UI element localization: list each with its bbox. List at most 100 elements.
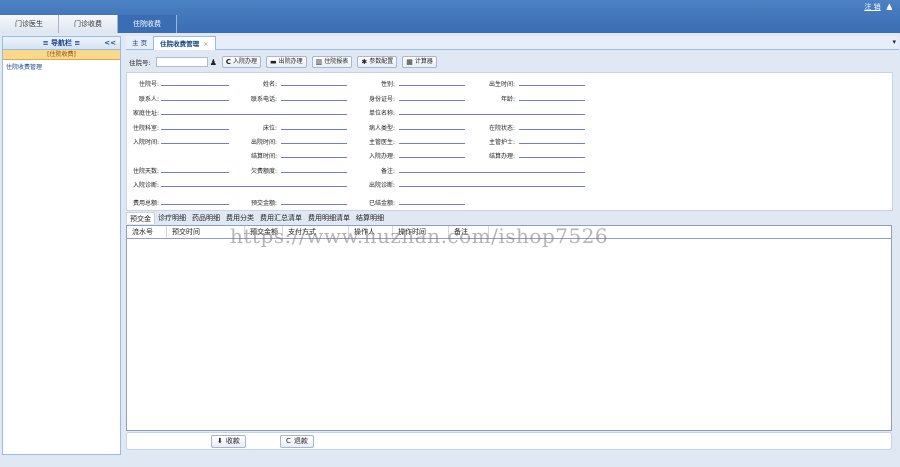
discharge-button[interactable]: ▬ 出院办理	[266, 56, 307, 68]
report-button[interactable]: ▥ 住院报表	[311, 56, 353, 68]
gear-icon: ✱	[361, 58, 368, 66]
admission-operator-field[interactable]	[399, 157, 465, 158]
prepaid-field[interactable]	[281, 204, 347, 205]
field-label: 入院办理:	[368, 153, 395, 160]
field-label: 入院时间:	[132, 139, 159, 146]
deposit-table: 流水号 预交时间 预交金额 支付方式 操作人 操作时间 备注	[126, 225, 892, 431]
phone-field[interactable]	[281, 100, 347, 101]
tab-cost-summary[interactable]: 费用汇总清单	[257, 212, 305, 224]
field-label: 联系人:	[138, 96, 159, 103]
collapse-header-icon[interactable]: ▲	[887, 2, 892, 12]
department-field[interactable]	[161, 129, 229, 130]
button-label: 计算器	[414, 58, 433, 65]
discharge-diagnosis-field[interactable]	[399, 186, 585, 187]
field-label: 住院科室:	[132, 125, 159, 132]
sidebar-group[interactable]: [住院收费]	[3, 50, 120, 60]
field-label: 结算时间:	[250, 153, 277, 160]
page-tabs: 主 页 住院收费管理 × ▾	[126, 36, 899, 50]
field-label: 预交金额:	[250, 200, 277, 207]
field-label: 联系电话:	[250, 96, 277, 103]
remarks-field[interactable]	[399, 172, 585, 173]
tab-menu-icon[interactable]: ▾	[892, 38, 896, 46]
admission-button[interactable]: C 入院办理	[221, 56, 262, 68]
status-field[interactable]	[519, 129, 585, 130]
gender-field[interactable]	[399, 85, 465, 86]
field-label: 姓名:	[262, 81, 277, 88]
id-card-field[interactable]	[399, 100, 465, 101]
field-label: 备注:	[380, 168, 395, 175]
logout-link[interactable]: 注 销	[864, 2, 880, 12]
settled-field[interactable]	[399, 204, 465, 205]
field-label: 出院诊断:	[368, 182, 395, 189]
attending-doctor-field[interactable]	[399, 143, 465, 144]
discharge-time-field[interactable]	[281, 143, 347, 144]
field-label: 主管医生:	[368, 139, 395, 146]
patient-info-form: 住院号: 姓名: 性别: 出生时间: 联系人: 联系电话: 身份证号: 年龄: …	[126, 72, 893, 211]
tab-settlement-detail[interactable]: 结算明细	[353, 212, 387, 224]
sidebar-header: ≡ 导航栏 ≡ <<	[3, 37, 120, 50]
stay-days-field[interactable]	[161, 172, 229, 173]
contact-field[interactable]	[161, 100, 229, 101]
button-label: 退款	[293, 437, 308, 445]
total-cost-field[interactable]	[161, 204, 229, 205]
sidebar-item-inpatient-billing[interactable]: 住院收费管理	[3, 60, 120, 73]
field-label: 在院状态:	[488, 125, 515, 132]
address-field[interactable]	[161, 114, 347, 115]
birth-time-field[interactable]	[519, 85, 585, 86]
tab-treatment-detail[interactable]: 诊疗明细	[155, 212, 189, 224]
button-label: 住院报表	[324, 58, 349, 65]
field-label: 结算办理:	[488, 153, 515, 160]
tab-cost-category[interactable]: 费用分类	[223, 212, 257, 224]
settlement-time-field[interactable]	[281, 157, 347, 158]
tab-outpatient-doctor[interactable]: 门诊医生	[0, 15, 59, 33]
employer-field[interactable]	[399, 114, 585, 115]
bed-icon: ▬	[270, 58, 277, 66]
chart-icon: ▥	[315, 58, 323, 66]
toolbar: 住院号: ♟ C 入院办理 ▬ 出院办理 ▥ 住院报表 ✱ 参数配置 ▦ 计算器	[126, 54, 899, 70]
sidebar: ≡ 导航栏 ≡ << [住院收费] 住院收费管理	[2, 36, 121, 455]
button-label: 参数配置	[369, 58, 394, 65]
field-label: 家庭住址:	[132, 110, 159, 117]
inpatient-no-input[interactable]	[155, 57, 208, 67]
field-label: 住院号:	[138, 81, 159, 88]
admission-time-field[interactable]	[161, 143, 229, 144]
user-icon[interactable]: ♟	[210, 58, 217, 67]
field-label: 病人类型:	[368, 125, 395, 132]
tab-drug-detail[interactable]: 药品明细	[189, 212, 223, 224]
admission-diagnosis-field[interactable]	[161, 186, 347, 187]
collect-button[interactable]: ⬇ 收款	[211, 435, 246, 448]
bed-field[interactable]	[281, 129, 347, 130]
field-label: 主管护士:	[488, 139, 515, 146]
calculator-icon: ▦	[406, 58, 413, 66]
age-field[interactable]	[519, 100, 585, 101]
tab-home[interactable]: 主 页	[126, 36, 153, 50]
action-bar: ⬇ 收款 C 退款	[126, 432, 892, 450]
button-label: 出院办理	[278, 58, 303, 65]
field-label: 出生时间:	[488, 81, 515, 88]
field-label: 床位:	[262, 125, 277, 132]
column-header[interactable]: 流水号	[127, 226, 167, 238]
inpatient-no-field[interactable]	[161, 85, 229, 86]
settlement-operator-field[interactable]	[519, 157, 585, 158]
field-label: 已结金额:	[368, 200, 395, 207]
calculator-button[interactable]: ▦ 计算器	[402, 56, 437, 68]
field-label: 费用总额:	[132, 200, 159, 207]
tab-inpatient-billing[interactable]: 住院收费	[118, 15, 177, 33]
arrears-field[interactable]	[281, 172, 347, 173]
sidebar-collapse-icon[interactable]: <<	[104, 37, 116, 50]
button-label: 入院办理	[233, 58, 258, 65]
sidebar-title: ≡ 导航栏 ≡	[42, 39, 81, 47]
settings-button[interactable]: ✱ 参数配置	[357, 56, 398, 68]
tab-cost-detail-list[interactable]: 费用明细清单	[305, 212, 353, 224]
module-tabs: 门诊医生 门诊收费 住院收费	[0, 15, 177, 33]
tab-outpatient-billing[interactable]: 门诊收费	[59, 15, 118, 33]
tab-inpatient-management[interactable]: 住院收费管理 ×	[153, 36, 216, 51]
close-icon[interactable]: ×	[203, 37, 208, 51]
tab-deposit[interactable]: 预交金	[126, 212, 155, 224]
field-label: 出院时间:	[250, 139, 277, 146]
refresh-icon: C	[225, 58, 232, 66]
nurse-field[interactable]	[519, 143, 585, 144]
refund-button[interactable]: C 退款	[280, 435, 314, 448]
name-field[interactable]	[281, 85, 347, 86]
patient-type-field[interactable]	[399, 129, 465, 130]
